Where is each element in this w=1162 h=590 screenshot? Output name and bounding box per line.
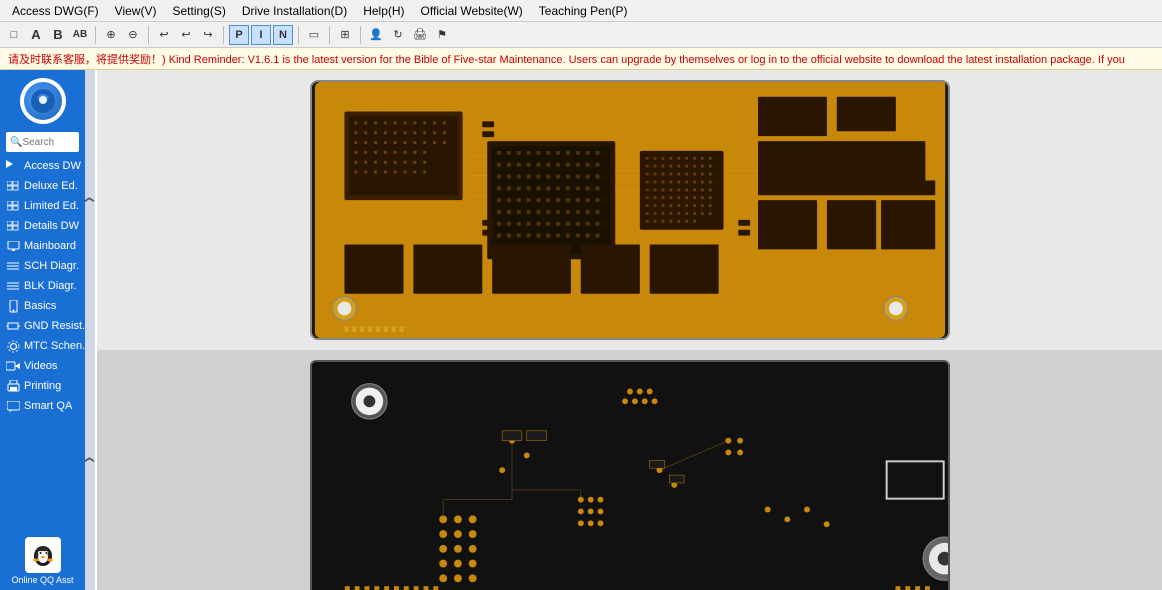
sidebar-label-printing: Printing (24, 380, 61, 392)
sidebar-label-details-dw: Details DW (24, 220, 79, 232)
menu-view[interactable]: View(V) (107, 2, 165, 20)
toolbar-sep6 (360, 26, 361, 44)
sidebar-item-limited-ed[interactable]: Limited Ed. (0, 196, 85, 216)
search-icon: 🔍 (10, 137, 22, 148)
qq-icon[interactable] (25, 537, 61, 573)
sch-lines-icon (6, 259, 20, 273)
toolbar-refresh[interactable]: ↻ (388, 25, 408, 45)
menu-help[interactable]: Help(H) (355, 2, 412, 20)
arrow-right-icon (6, 159, 20, 173)
blk-lines-icon (6, 279, 20, 293)
collapse-handle-top[interactable]: ❮ (85, 70, 95, 330)
toolbar-pin-i[interactable]: I (251, 25, 271, 45)
grid-icon-limited (6, 199, 20, 213)
sidebar-item-mainboard[interactable]: Mainboard (0, 236, 85, 256)
toolbar-ab[interactable]: AB (70, 25, 90, 45)
resistor-icon (6, 319, 20, 333)
search-input[interactable] (22, 137, 75, 148)
sidebar-item-details-dw[interactable]: Details DW (0, 216, 85, 236)
sidebar-item-access-dw[interactable]: Access DW (0, 156, 85, 176)
sidebar-label-sch-diagr: SCH Diagr. (24, 260, 79, 272)
search-box[interactable]: 🔍 (6, 132, 79, 152)
pcb-top-board[interactable] (310, 80, 950, 340)
menu-official-website[interactable]: Official Website(W) (413, 2, 531, 20)
toolbar-pin-n[interactable]: N (273, 25, 293, 45)
content-area: ❮ ❮ (85, 70, 1162, 590)
toolbar-b[interactable]: B (48, 25, 68, 45)
sidebar-label-mtc-schen: MTC Schen. (24, 340, 85, 352)
toolbar-rect[interactable]: ▭ (304, 25, 324, 45)
notification-text: 请及时联系客服，将提供奖励！) Kind Reminder: V1.6.1 is… (8, 54, 1125, 66)
sidebar-label-deluxe-ed: Deluxe Ed. (24, 180, 78, 192)
menu-drive-installation[interactable]: Drive Installation(D) (234, 2, 355, 20)
qq-label: Online QQ Asst (11, 575, 73, 586)
sidebar-label-access-dw: Access DW (24, 160, 81, 172)
toolbar-a[interactable]: A (26, 25, 46, 45)
toolbar-zoom-out[interactable]: ⊖ (123, 25, 143, 45)
toolbar-sep3 (223, 26, 224, 44)
chat-icon (6, 399, 20, 413)
pcb-bottom-svg (312, 362, 948, 590)
sidebar-item-smart-qa[interactable]: Smart QA (0, 396, 85, 416)
pcb-display-area (97, 70, 1162, 590)
menu-access-dwg[interactable]: Access DWG(F) (4, 2, 107, 20)
toolbar: □ A B AB ⊕ ⊖ ↩ ↩ ↪ P I N ▭ ⊞ 👤 ↻ 🖨 ⚑ (0, 22, 1162, 48)
toolbar-undo2[interactable]: ↩ (176, 25, 196, 45)
toolbar-sep4 (298, 26, 299, 44)
notification-bar: 请及时联系客服，将提供奖励！) Kind Reminder: V1.6.1 is… (0, 48, 1162, 70)
sidebar-label-blk-diagr: BLK Diagr. (24, 280, 77, 292)
monitor-icon (6, 239, 20, 253)
toolbar-sep1 (95, 26, 96, 44)
sidebar-item-basics[interactable]: Basics (0, 296, 85, 316)
sidebar-label-basics: Basics (24, 300, 56, 312)
pcb-top-panel (97, 70, 1162, 350)
toolbar-pin-p[interactable]: P (229, 25, 249, 45)
toolbar-redo[interactable]: ↪ (198, 25, 218, 45)
sidebar-label-limited-ed: Limited Ed. (24, 200, 79, 212)
toolbar-zoom-in[interactable]: ⊕ (101, 25, 121, 45)
print-icon (6, 379, 20, 393)
sidebar-item-videos[interactable]: Videos (0, 356, 85, 376)
toolbar-undo[interactable]: ↩ (154, 25, 174, 45)
sidebar-label-mainboard: Mainboard (24, 240, 76, 252)
sidebar-item-blk-diagr[interactable]: BLK Diagr. (0, 276, 85, 296)
main-area: 🔍 Access DW Deluxe Ed. Limited Ed. (0, 70, 1162, 590)
pcb-bottom-board[interactable] (310, 360, 950, 590)
menu-teaching-pen[interactable]: Teaching Pen(P) (531, 2, 636, 20)
menu-bar: Access DWG(F) View(V) Setting(S) Drive I… (0, 0, 1162, 22)
sidebar-qq-section: Online QQ Asst (0, 529, 85, 590)
sidebar-label-videos: Videos (24, 360, 57, 372)
gear-icon (6, 339, 20, 353)
sidebar-item-deluxe-ed[interactable]: Deluxe Ed. (0, 176, 85, 196)
sidebar-item-gnd-resist[interactable]: GND Resist. (0, 316, 85, 336)
toolbar-flag[interactable]: ⚑ (432, 25, 452, 45)
toolbar-print[interactable]: 🖨 (410, 25, 430, 45)
grid-icon-details (6, 219, 20, 233)
grid-icon-deluxe (6, 179, 20, 193)
menu-setting[interactable]: Setting(S) (164, 2, 233, 20)
sidebar: 🔍 Access DW Deluxe Ed. Limited Ed. (0, 70, 85, 590)
video-icon (6, 359, 20, 373)
toolbar-sep5 (329, 26, 330, 44)
toolbar-person[interactable]: 👤 (366, 25, 386, 45)
pcb-bottom-panel (97, 350, 1162, 590)
collapse-handle-bottom[interactable]: ❮ (85, 330, 95, 590)
toolbar-sep2 (148, 26, 149, 44)
phone-icon (6, 299, 20, 313)
sidebar-logo (0, 70, 85, 128)
sidebar-item-mtc-schen[interactable]: MTC Schen. (0, 336, 85, 356)
sidebar-label-gnd-resist: GND Resist. (24, 320, 85, 332)
logo-circle (20, 78, 66, 124)
toolbar-expand[interactable]: ⊞ (335, 25, 355, 45)
toolbar-new[interactable]: □ (4, 25, 24, 45)
sidebar-label-smart-qa: Smart QA (24, 400, 72, 412)
logo-inner (24, 82, 62, 120)
sidebar-item-sch-diagr[interactable]: SCH Diagr. (0, 256, 85, 276)
sidebar-item-printing[interactable]: Printing (0, 376, 85, 396)
pcb-top-svg (312, 82, 948, 338)
